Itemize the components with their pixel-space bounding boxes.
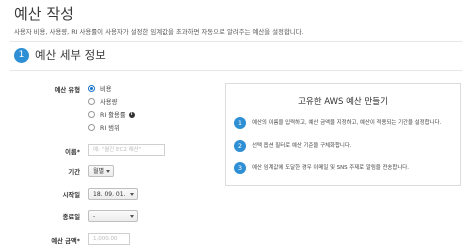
radio-label: 비용 (100, 86, 112, 93)
radio-label: 사용량 (100, 99, 118, 106)
info-panel-item-text: 예산 임계값에 도달한 경우 이메일 및 SNS 주제로 알림을 전송합니다. (252, 164, 409, 171)
name-label: 이름* (65, 149, 80, 156)
chevron-down-icon (106, 170, 110, 173)
step-number-badge: 1 (234, 117, 246, 129)
start-date-select[interactable]: 18. 09. 01. (88, 188, 138, 200)
radio-option-ri-coverage[interactable]: RI 범위 (88, 123, 120, 132)
radio-button[interactable] (88, 124, 95, 131)
end-date-label: 종료일 (62, 214, 80, 221)
top-divider (10, 41, 462, 42)
chevron-down-icon (130, 215, 134, 218)
info-panel-item-text: 예산의 이름을 입력하고, 예산 금액을 지정하고, 예산이 적용되는 기간을 … (252, 119, 442, 126)
radio-option-usage[interactable]: 사용량 (88, 97, 117, 106)
section-title: 예산 세부 정보 (35, 48, 106, 62)
step-number-badge: 2 (234, 140, 246, 152)
radio-label: RI 범위 (100, 125, 120, 132)
info-panel-item: 3 예산 임계값에 도달한 경우 이메일 및 SNS 주제로 알림을 전송합니다… (234, 162, 454, 174)
info-panel-item: 2 선택 옵션 필터로 예산 기준을 구체화합니다. (234, 140, 454, 152)
radio-label: RI 활용률 (100, 112, 126, 119)
section-divider (10, 70, 462, 71)
budget-amount-label: 예산 금액* (51, 238, 80, 245)
page-title: 예산 작성 (14, 5, 74, 23)
info-panel-item: 1 예산의 이름을 입력하고, 예산 금액을 지정하고, 예산이 적용되는 기간… (234, 117, 454, 129)
step-number-badge: 3 (234, 162, 246, 174)
end-date-select[interactable]: - (88, 210, 138, 222)
start-date-label: 시작일 (62, 192, 80, 199)
period-value: 월별 (93, 168, 105, 175)
radio-button[interactable] (88, 98, 95, 105)
page-subtitle: 사용자 비용, 사용량, RI 사용률이 사용자가 설정한 임계값을 초과하면 … (14, 28, 304, 36)
budget-amount-input[interactable]: 1,000.00 (88, 233, 130, 245)
start-date-value: 18. 09. 01. (93, 191, 126, 198)
budget-type-label: 예산 유형 (54, 87, 80, 94)
period-select[interactable]: 월별 (88, 165, 114, 177)
radio-button[interactable] (88, 111, 95, 118)
info-panel-title: 고유한 AWS 예산 만들기 (298, 97, 388, 107)
info-icon[interactable]: i (128, 111, 135, 118)
info-panel-item-text: 선택 옵션 필터로 예산 기준을 구체화합니다. (252, 142, 352, 149)
info-panel: 고유한 AWS 예산 만들기 1 예산의 이름을 입력하고, 예산 금액을 지정… (225, 83, 461, 186)
period-label: 기간 (68, 169, 80, 176)
radio-button[interactable] (88, 85, 95, 92)
radio-option-cost[interactable]: 비용 (88, 84, 112, 93)
step-number-badge: 1 (14, 47, 29, 63)
radio-option-ri-utilization[interactable]: RI 활용률 i (88, 110, 135, 119)
end-date-value: - (93, 213, 96, 220)
section-header: 1 예산 세부 정보 (14, 47, 106, 63)
chevron-down-icon (130, 193, 134, 196)
name-input[interactable]: 예: "월간 EC2 예산" (88, 144, 165, 156)
